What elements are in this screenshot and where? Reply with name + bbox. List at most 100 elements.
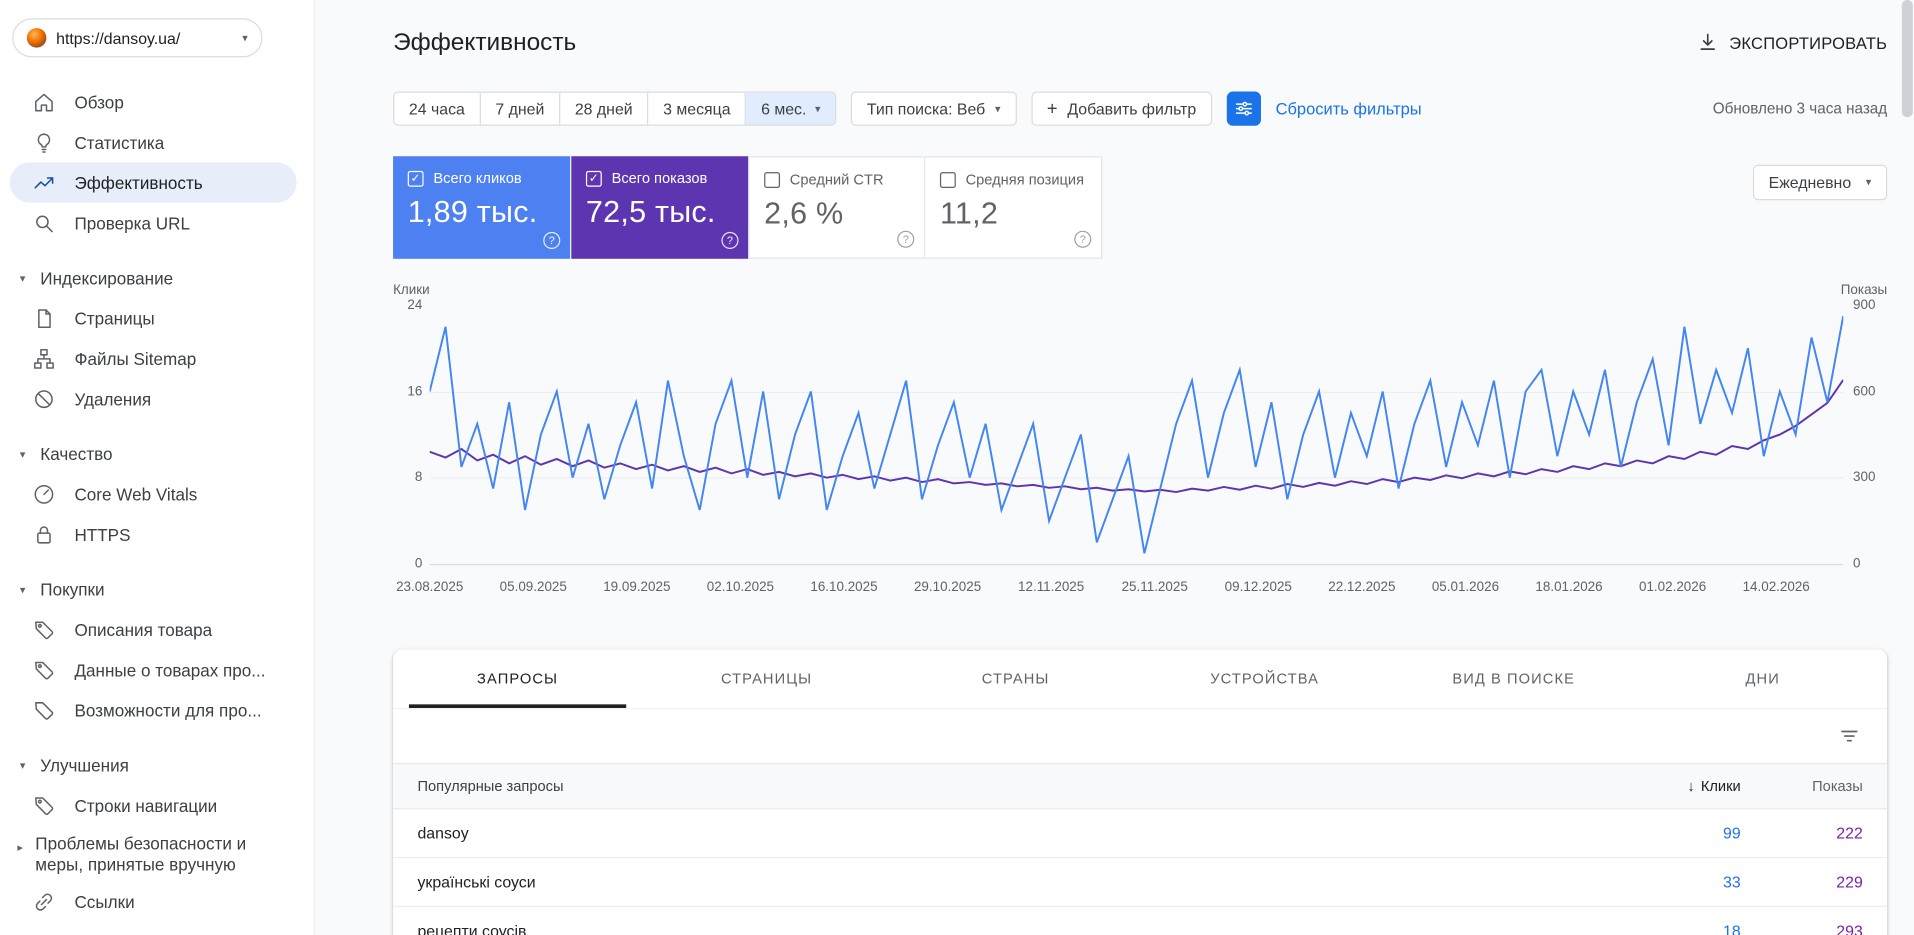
- chevron-down-icon: ▾: [16, 272, 29, 285]
- sidebar-item-url-inspection[interactable]: Проверка URL: [0, 203, 314, 243]
- y-axis-tick: 600: [1853, 384, 1887, 399]
- checkbox-checked[interactable]: ✓: [408, 170, 424, 186]
- tab-devices[interactable]: УСТРОЙСТВА: [1140, 649, 1389, 708]
- y-axis-tick: 0: [393, 557, 422, 572]
- range-24h[interactable]: 24 часа: [394, 93, 480, 125]
- table-row[interactable]: dansoy 99 222: [393, 809, 1887, 858]
- impressions-cell: 222: [1741, 824, 1863, 842]
- sidebar-item-breadcrumbs[interactable]: Строки навигации: [0, 785, 314, 825]
- avg-ctr-card[interactable]: Средний CTR 2,6 % ?: [748, 156, 925, 259]
- help-icon[interactable]: ?: [543, 232, 560, 249]
- vertical-scrollbar[interactable]: [1902, 0, 1913, 935]
- range-6m-selected[interactable]: 6 мес. ▾: [746, 93, 835, 125]
- sidebar-item-label: Проблемы безопасности и меры, принятые в…: [35, 834, 296, 876]
- help-icon[interactable]: ?: [721, 232, 738, 249]
- sidebar-item-merchant-listings[interactable]: Данные о товарах про...: [0, 649, 314, 689]
- sidebar-item-sitemaps[interactable]: Файлы Sitemap: [0, 338, 314, 378]
- range-7d[interactable]: 7 дней: [481, 93, 560, 125]
- impressions-cell: 229: [1741, 873, 1863, 891]
- range-28d[interactable]: 28 дней: [560, 93, 648, 125]
- total-impressions-card[interactable]: ✓ Всего показов 72,5 тыс. ?: [571, 156, 748, 259]
- y-axis-tick: 24: [393, 298, 422, 313]
- checkbox-unchecked[interactable]: [764, 172, 780, 188]
- query-column-header[interactable]: Популярные запросы: [417, 778, 1604, 795]
- y-axis-tick: 8: [393, 470, 422, 485]
- sidebar-item-security-manual-actions[interactable]: ▸ Проблемы безопасности и меры, принятые…: [0, 828, 314, 882]
- dimension-tabs: ЗАПРОСЫ СТРАНИЦЫ СТРАНЫ УСТРОЙСТВА ВИД В…: [393, 649, 1887, 708]
- y-axis-tick: 900: [1853, 298, 1887, 313]
- sidebar-item-pages[interactable]: Страницы: [0, 298, 314, 338]
- tab-countries[interactable]: СТРАНЫ: [891, 649, 1140, 708]
- sidebar-item-label: Данные о товарах про...: [74, 660, 265, 680]
- sidebar-section-enhancements[interactable]: ▾ Улучшения: [0, 746, 314, 785]
- help-icon[interactable]: ?: [1074, 231, 1091, 248]
- sitemap-icon: [32, 346, 56, 370]
- add-filter-button[interactable]: + Добавить фильтр: [1031, 92, 1212, 126]
- gsc-performance-page: https://dansoy.ua/ ▾ Обзор Статистика Эф…: [0, 0, 1914, 935]
- chevron-down-icon: ▾: [16, 583, 29, 596]
- x-axis-tick: 18.01.2026: [1535, 580, 1602, 595]
- search-icon: [32, 211, 56, 235]
- sidebar-item-label: Проверка URL: [74, 213, 189, 233]
- clicks-column-header[interactable]: ↓ Клики: [1604, 778, 1741, 795]
- scrollbar-thumb[interactable]: [1902, 0, 1913, 117]
- sidebar-item-insights[interactable]: Статистика: [0, 122, 314, 162]
- sidebar-item-removals[interactable]: Удаления: [0, 378, 314, 418]
- x-axis-tick: 02.10.2025: [707, 580, 774, 595]
- chevron-down-icon: ▾: [16, 447, 29, 460]
- tab-search-appearance[interactable]: ВИД В ПОИСКЕ: [1389, 649, 1638, 708]
- sidebar-item-core-web-vitals[interactable]: Core Web Vitals: [0, 474, 314, 514]
- lightbulb-icon: [32, 130, 56, 154]
- sidebar-section-quality[interactable]: ▾ Качество: [0, 435, 314, 474]
- impressions-cell: 293: [1741, 922, 1863, 935]
- sidebar: https://dansoy.ua/ ▾ Обзор Статистика Эф…: [0, 0, 315, 935]
- chevron-right-icon: ▸: [16, 837, 24, 858]
- sidebar-section-shopping[interactable]: ▾ Покупки: [0, 570, 314, 609]
- query-cell: dansoy: [417, 824, 1604, 842]
- sidebar-item-label: Страницы: [74, 308, 154, 328]
- property-selector[interactable]: https://dansoy.ua/ ▾: [12, 18, 262, 57]
- table-row[interactable]: українські соуси 33 229: [393, 858, 1887, 907]
- filter-settings-button[interactable]: [1227, 92, 1261, 126]
- impressions-column-header[interactable]: Показы: [1741, 778, 1863, 795]
- range-3m[interactable]: 3 месяца: [648, 93, 746, 125]
- table-row[interactable]: рецепти соусів 18 293: [393, 907, 1887, 935]
- sidebar-section-indexing[interactable]: ▾ Индексирование: [0, 259, 314, 298]
- filter-list-icon[interactable]: [1838, 725, 1860, 747]
- sidebar-item-performance[interactable]: Эффективность: [10, 162, 297, 202]
- tab-queries[interactable]: ЗАПРОСЫ: [393, 649, 642, 708]
- granularity-select[interactable]: Ежедневно ▾: [1753, 165, 1887, 200]
- total-clicks-card[interactable]: ✓ Всего кликов 1,89 тыс. ?: [393, 156, 570, 259]
- export-button[interactable]: ЭКСПОРТИРОВАТЬ: [1696, 32, 1887, 54]
- checkbox-checked[interactable]: ✓: [586, 170, 602, 186]
- sidebar-item-label: HTTPS: [74, 524, 130, 544]
- x-axis-ticks: 23.08.202505.09.202519.09.202502.10.2025…: [430, 580, 1844, 597]
- query-cell: рецепти соусів: [417, 922, 1604, 935]
- x-axis-tick: 05.09.2025: [500, 580, 567, 595]
- sidebar-item-links[interactable]: Ссылки: [0, 881, 314, 921]
- search-type-filter[interactable]: Тип поиска: Веб ▾: [851, 92, 1016, 126]
- tab-pages[interactable]: СТРАНИЦЫ: [642, 649, 891, 708]
- sidebar-item-https[interactable]: HTTPS: [0, 514, 314, 554]
- metric-label: Всего кликов: [433, 170, 521, 187]
- chevron-down-icon: ▾: [815, 103, 821, 114]
- tag-icon: [32, 617, 56, 641]
- y-axis-tick: 16: [393, 384, 422, 399]
- sidebar-item-shopping-opportunities[interactable]: Возможности для про...: [0, 690, 314, 730]
- sidebar-item-product-snippets[interactable]: Описания товара: [0, 609, 314, 649]
- performance-chart: Клики Показы 23.08.202505.09.202519.09.2…: [393, 283, 1887, 603]
- metric-value: 2,6 %: [764, 197, 909, 232]
- tab-dates[interactable]: ДНИ: [1638, 649, 1887, 708]
- help-icon[interactable]: ?: [897, 231, 914, 248]
- y-axis-tick: 0: [1853, 557, 1887, 572]
- home-icon: [32, 90, 56, 114]
- chart-canvas[interactable]: [430, 305, 1844, 564]
- pages-icon: [32, 306, 56, 330]
- x-axis-tick: 12.11.2025: [1018, 580, 1084, 595]
- checkbox-unchecked[interactable]: [940, 172, 956, 188]
- x-axis-tick: 19.09.2025: [603, 580, 670, 595]
- avg-position-card[interactable]: Средняя позиция 11,2 ?: [925, 156, 1102, 259]
- metric-value: 1,89 тыс.: [408, 195, 556, 230]
- reset-filters-link[interactable]: Сбросить фильтры: [1276, 99, 1422, 117]
- sidebar-item-overview[interactable]: Обзор: [0, 82, 314, 122]
